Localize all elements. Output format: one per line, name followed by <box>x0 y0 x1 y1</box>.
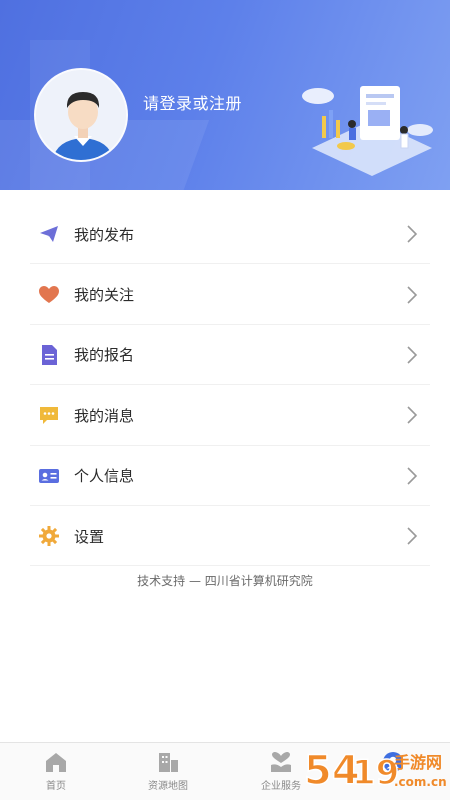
id-card-icon <box>39 468 59 483</box>
menu-item-personal-info[interactable]: 个人信息 <box>0 446 450 506</box>
tab-home[interactable]: 首页 <box>11 743 101 800</box>
home-icon <box>46 753 66 772</box>
avatar[interactable] <box>34 68 128 162</box>
menu-item-my-follows[interactable]: 我的关注 <box>0 264 450 325</box>
menu-item-label: 我的发布 <box>74 225 135 244</box>
menu-item-label: 设置 <box>74 527 105 546</box>
chevron-right-icon <box>407 406 418 424</box>
avatar-icon <box>36 70 126 160</box>
menu-item-label: 我的报名 <box>74 346 135 365</box>
menu-item-label: 我的关注 <box>74 286 135 305</box>
divider <box>30 565 430 567</box>
menu-item-my-messages[interactable]: 我的消息 <box>0 385 450 446</box>
menu-item-settings[interactable]: 设置 <box>0 506 450 567</box>
building-icon <box>159 753 178 772</box>
chevron-right-icon <box>407 467 418 485</box>
gear-icon <box>39 526 59 547</box>
login-register-link[interactable]: 请登录或注册 <box>143 90 242 114</box>
chevron-right-icon <box>407 225 418 243</box>
site-watermark-logo: 54 19 手游网 .com.cn <box>303 747 447 795</box>
tech-support-note: 技术支持 — 四川省计算机研究院 <box>137 574 313 588</box>
menu-item-my-registrations[interactable]: 我的报名 <box>0 325 450 386</box>
chevron-right-icon <box>407 286 418 304</box>
svg-text:19: 19 <box>352 753 399 793</box>
tab-resource-map[interactable]: 资源地图 <box>123 743 213 800</box>
menu-list: 我的发布 我的关注 我的报名 我的消息 个人信息 设置 <box>0 204 450 567</box>
chevron-right-icon <box>407 527 418 545</box>
svg-text:.com.cn: .com.cn <box>394 775 447 789</box>
svg-text:手游网: 手游网 <box>394 753 442 772</box>
menu-item-label: 我的消息 <box>74 406 135 425</box>
service-icon <box>271 752 291 772</box>
tab-label: 资源地图 <box>148 781 188 792</box>
document-icon <box>42 344 57 365</box>
paper-plane-icon <box>40 226 58 243</box>
heart-icon <box>39 285 59 303</box>
menu-item-label: 个人信息 <box>74 467 135 486</box>
office-illustration <box>302 86 433 176</box>
menu-item-my-posts[interactable]: 我的发布 <box>0 204 450 265</box>
profile-header: 请登录或注册 <box>0 0 450 190</box>
message-icon <box>40 407 58 425</box>
tab-label: 首页 <box>46 781 66 792</box>
chevron-right-icon <box>407 346 418 364</box>
